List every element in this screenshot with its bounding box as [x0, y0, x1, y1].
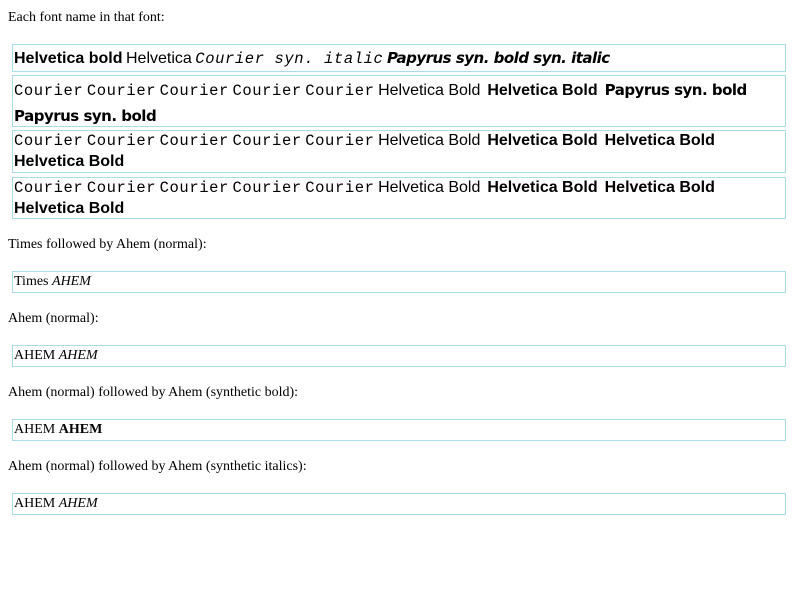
courier-text: Courier [159, 82, 229, 100]
courier-text: Courier [86, 82, 157, 100]
helvetica-bold-text: Helvetica Bold [378, 82, 481, 99]
section-label: Ahem (normal) followed by Ahem (syntheti… [8, 385, 299, 400]
section-label: Times followed by Ahem (normal): [8, 237, 207, 252]
section-label: Ahem (normal) followed by Ahem (syntheti… [8, 459, 307, 474]
font-box-2: Courier Courier Courier Courier Courier … [12, 75, 786, 127]
courier-text: Courier [159, 132, 229, 150]
helvetica-bold-text: Helvetica Bold [487, 179, 598, 196]
helvetica-bold-text: Helvetica Bold [604, 179, 715, 196]
courier-text: Courier [232, 132, 302, 150]
courier-text: Courier [86, 132, 157, 150]
ahem-text: AHEM [14, 496, 56, 511]
ahem-text: AHEM [52, 274, 91, 289]
font-box-1: Helvetica bold Helvetica Courier syn. it… [12, 44, 786, 72]
courier-italic-text: Courier syn. italic [195, 50, 384, 68]
papyrus-bold-italic-text: Papyrus syn. bold syn. italic [386, 49, 610, 67]
courier-text: Courier [305, 179, 375, 197]
courier-text: Courier [232, 179, 302, 197]
courier-text: Courier [14, 82, 84, 100]
ahem-italic-text: AHEM [58, 496, 98, 511]
papyrus-bold-text: Papyrus syn. bold [14, 107, 157, 125]
times-ahem-box: Times AHEM [12, 271, 786, 293]
font-box-3: Courier Courier Courier Courier Courier … [12, 130, 786, 173]
courier-text: Courier [14, 132, 84, 150]
ahem-box: AHEM AHEM [12, 345, 786, 367]
courier-text: Courier [159, 179, 229, 197]
ahem-text: AHEM [14, 422, 56, 437]
ahem-bold-text: AHEM [58, 422, 103, 437]
helvetica-bold-text: Helvetica Bold [487, 132, 598, 149]
courier-text: Courier [86, 179, 157, 197]
helvetica-bold-text: Helvetica Bold [378, 179, 481, 196]
ahem-italic-box: AHEM AHEM [12, 493, 786, 515]
courier-text: Courier [232, 82, 302, 100]
ahem-bold-box: AHEM AHEM [12, 419, 786, 441]
papyrus-bold-text: Papyrus syn. bold [604, 81, 748, 99]
section-label: Ahem (normal): [8, 311, 99, 326]
helvetica-bold-text: Helvetica Bold [487, 82, 598, 99]
courier-text: Courier [305, 82, 375, 100]
heading-font-names: Each font name in that font: [8, 10, 165, 25]
ahem-italic-text: AHEM [58, 348, 98, 363]
helvetica-bold-text: Helvetica Bold [604, 132, 715, 149]
helvetica-bold-text: Helvetica bold [14, 50, 123, 67]
ahem-text: AHEM [14, 348, 56, 363]
courier-text: Courier [305, 132, 375, 150]
helvetica-bold-text: Helvetica Bold [14, 200, 125, 217]
times-text: Times [14, 274, 49, 289]
helvetica-text: Helvetica [125, 50, 192, 67]
font-box-4: Courier Courier Courier Courier Courier … [12, 177, 786, 219]
helvetica-bold-text: Helvetica Bold [14, 153, 125, 170]
helvetica-bold-text: Helvetica Bold [378, 132, 481, 149]
courier-text: Courier [14, 179, 84, 197]
